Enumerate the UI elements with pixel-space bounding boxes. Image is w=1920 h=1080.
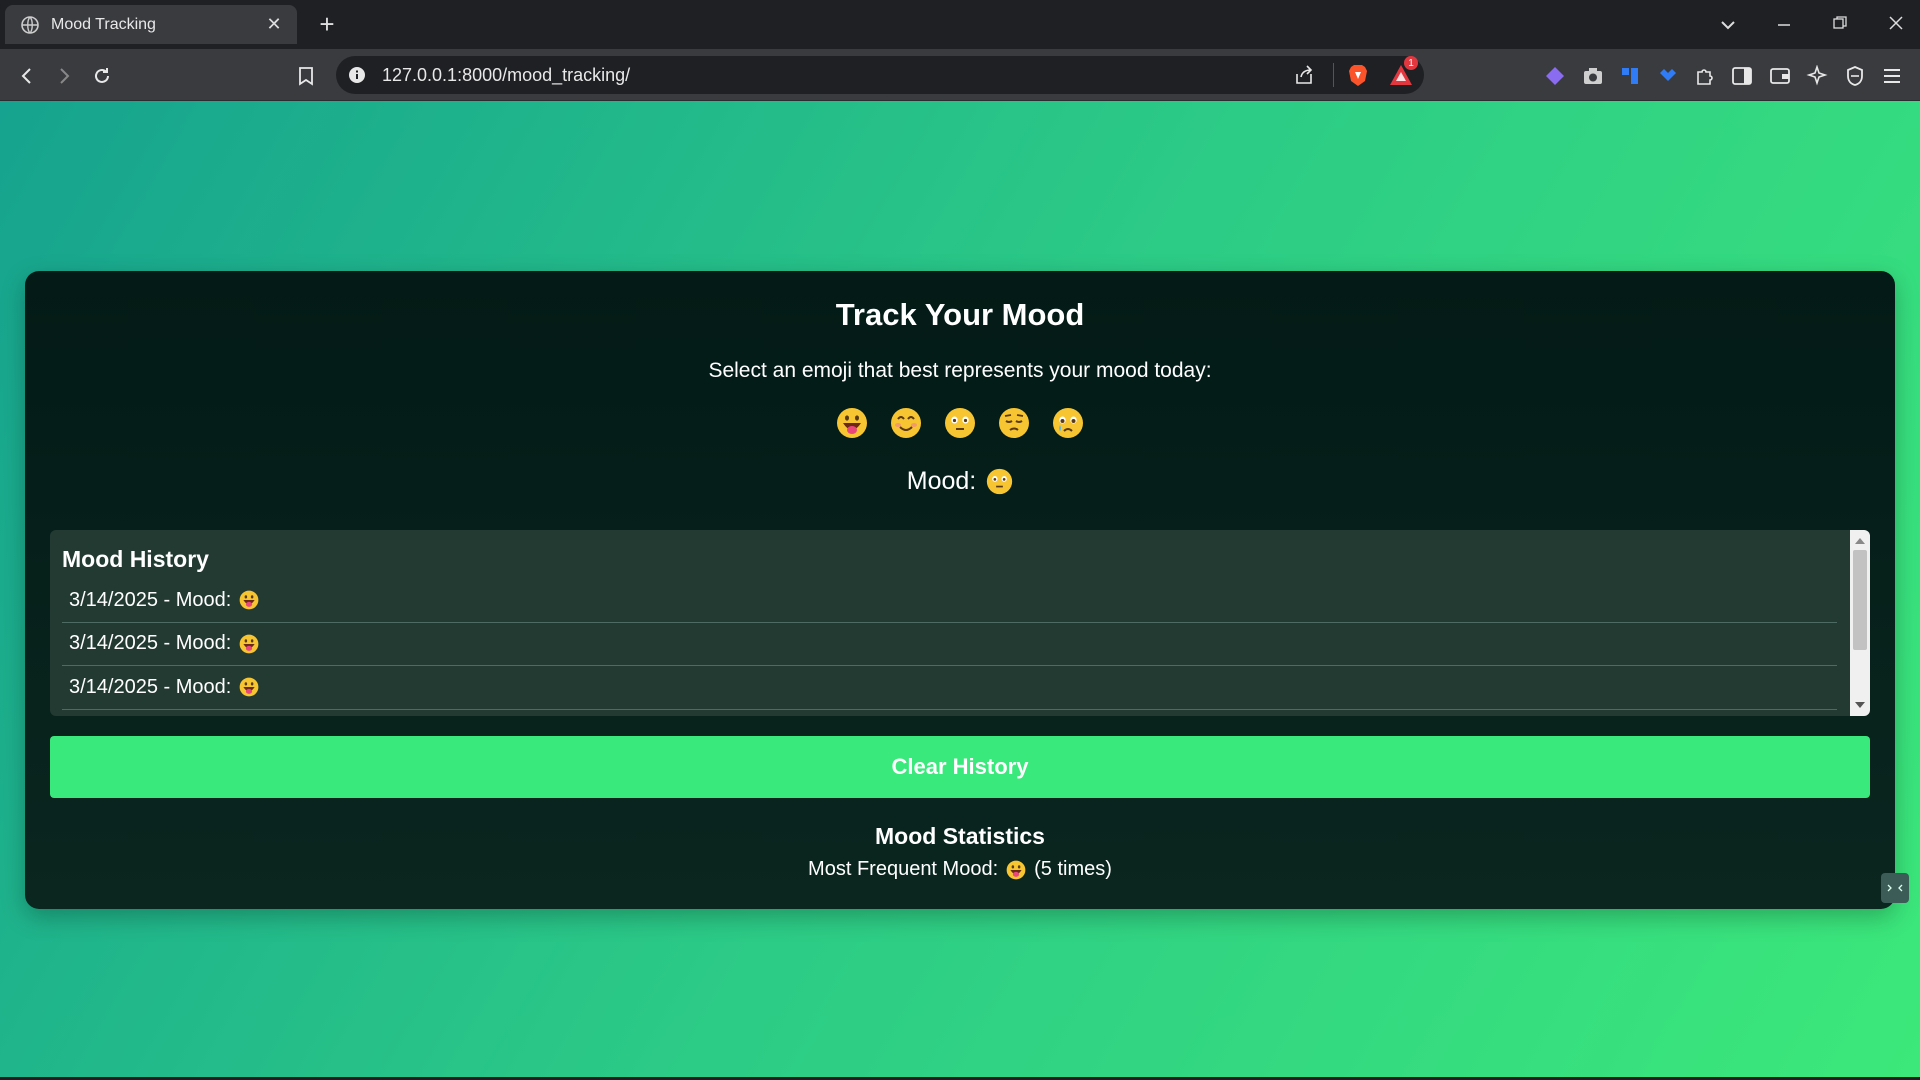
site-info-icon[interactable]	[348, 66, 366, 84]
page-title: Track Your Mood	[835, 297, 1085, 332]
page-background: Track Your Mood Select an emoji that bes…	[0, 101, 1920, 1080]
menu-icon[interactable]	[1879, 63, 1905, 89]
history-item-text: 3/14/2025 - Mood:	[69, 632, 232, 655]
extension-arrow-icon[interactable]	[1655, 63, 1681, 89]
rewards-badge: 1	[1404, 56, 1418, 70]
history-item-text: 3/14/2025 - Mood:	[69, 675, 232, 698]
vpn-shield-icon[interactable]	[1842, 63, 1868, 89]
emoji-neutral-button[interactable]	[944, 407, 976, 439]
emoji-grinning-tongue-button[interactable]	[836, 407, 868, 439]
bookmark-icon[interactable]	[291, 61, 321, 91]
emoji-crying-button[interactable]	[1052, 407, 1084, 439]
back-icon[interactable]	[12, 61, 42, 91]
history-item: 3/14/2025 - Mood:	[62, 623, 1837, 666]
window-controls	[1700, 0, 1920, 49]
collapse-handle-icon[interactable]	[1881, 873, 1909, 903]
history-item-text: 3/14/2025 - Mood:	[69, 588, 232, 611]
reload-icon[interactable]	[87, 61, 117, 91]
tab-close-icon[interactable]: ✕	[263, 14, 285, 35]
sidebar-icon[interactable]	[1729, 63, 1755, 89]
stats-prefix: Most Frequent Mood:	[808, 858, 999, 880]
wallet-icon[interactable]	[1767, 63, 1793, 89]
history-scrollbar[interactable]	[1850, 530, 1870, 716]
current-mood-label: Mood:	[906, 467, 977, 495]
divider	[1333, 63, 1334, 87]
grinning-tongue-icon	[239, 590, 259, 610]
current-mood: Mood:	[25, 467, 1895, 496]
extension-blue-icon[interactable]	[1617, 63, 1643, 89]
neutral-face-icon	[987, 468, 1013, 495]
emoji-options	[25, 407, 1895, 439]
history-list: 3/14/2025 - Mood: 3/14/2025 - Mood: 3/14…	[62, 579, 1837, 710]
browser-tab-strip: Mood Tracking ✕ +	[0, 0, 1920, 49]
mood-prompt: Select an emoji that best represents you…	[708, 359, 1212, 382]
brave-rewards-icon[interactable]: 1	[1388, 56, 1418, 88]
globe-icon	[21, 15, 39, 34]
share-icon[interactable]	[1293, 64, 1315, 86]
history-title: Mood History	[62, 546, 209, 572]
most-frequent-mood: Most Frequent Mood: (5 times)	[25, 858, 1895, 881]
minimize-icon[interactable]	[1756, 14, 1812, 35]
emoji-smiling-button[interactable]	[890, 407, 922, 439]
scroll-down-arrow-icon[interactable]	[1855, 702, 1865, 708]
stats-title: Mood Statistics	[875, 823, 1045, 849]
extensions-puzzle-icon[interactable]	[1692, 63, 1718, 89]
mood-history-panel[interactable]: Mood History 3/14/2025 - Mood: 3/14/2025…	[50, 530, 1870, 716]
grinning-tongue-icon	[239, 677, 259, 697]
camera-icon[interactable]	[1580, 63, 1606, 89]
grinning-tongue-icon	[1006, 860, 1026, 879]
stats-suffix: (5 times)	[1034, 858, 1112, 880]
scrollbar-thumb[interactable]	[1853, 550, 1867, 650]
history-item: 3/14/2025 - Mood:	[62, 666, 1837, 710]
mood-card: Track Your Mood Select an emoji that bes…	[25, 271, 1895, 909]
close-window-icon[interactable]	[1868, 14, 1920, 35]
tab-search-icon[interactable]	[1700, 14, 1756, 35]
address-bar[interactable]: 127.0.0.1:8000/mood_tracking/ 1	[336, 56, 1424, 94]
new-tab-button[interactable]: +	[312, 10, 342, 40]
browser-toolbar: 127.0.0.1:8000/mood_tracking/ 1	[0, 49, 1920, 101]
clear-history-button[interactable]: Clear History	[50, 736, 1870, 798]
extension-diamond-icon[interactable]	[1542, 63, 1568, 89]
grinning-tongue-icon	[239, 634, 259, 654]
forward-icon[interactable]	[49, 61, 79, 91]
browser-tab[interactable]: Mood Tracking ✕	[5, 5, 297, 44]
history-item: 3/14/2025 - Mood:	[62, 579, 1837, 623]
emoji-pensive-button[interactable]	[998, 407, 1030, 439]
restore-icon[interactable]	[1812, 14, 1868, 35]
brave-shields-icon[interactable]	[1346, 63, 1370, 87]
scroll-up-arrow-icon[interactable]	[1855, 538, 1865, 544]
leo-ai-icon[interactable]	[1804, 63, 1830, 89]
tab-title: Mood Tracking	[51, 15, 156, 33]
url-text[interactable]: 127.0.0.1:8000/mood_tracking/	[382, 65, 1293, 86]
